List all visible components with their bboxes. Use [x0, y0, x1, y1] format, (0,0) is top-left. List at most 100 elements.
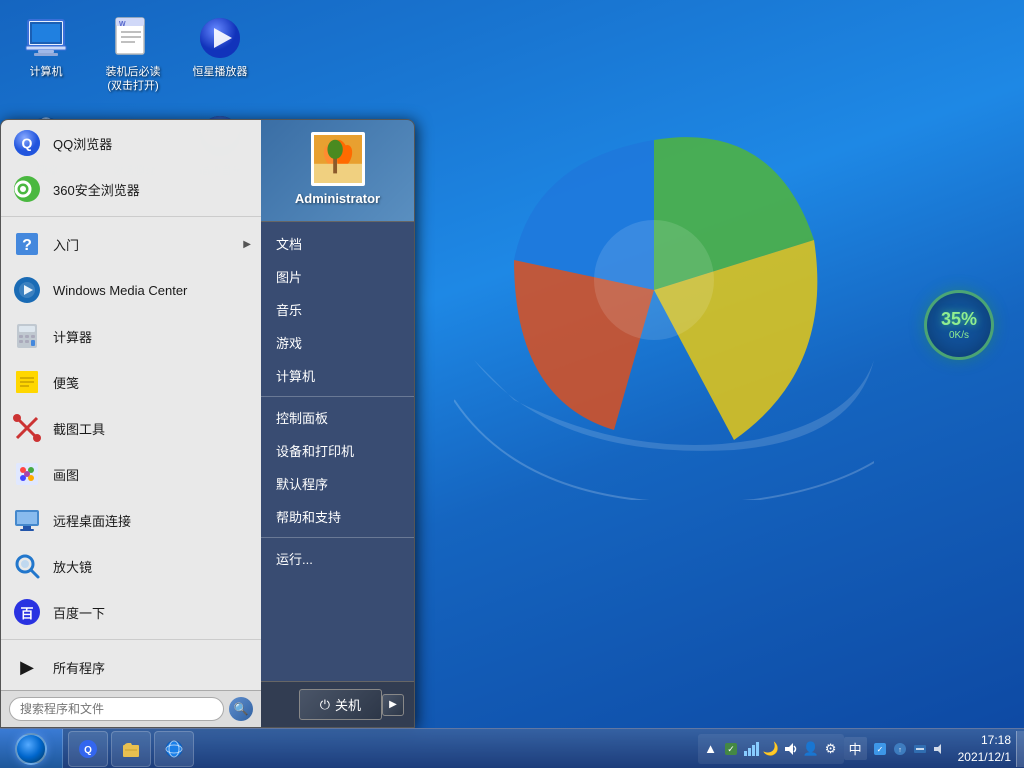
right-item-devices-printers[interactable]: 设备和打印机 [261, 434, 414, 467]
language-indicator[interactable]: 中 [844, 737, 867, 760]
start-menu: Q QQ浏览器 360安全浏览器 [0, 119, 415, 728]
right-item-control-panel[interactable]: 控制面板 [261, 401, 414, 434]
360-browser-icon [11, 173, 43, 205]
shutdown-button[interactable]: ⏻ 关机 [299, 689, 382, 720]
taskbar-item-explorer[interactable] [111, 731, 151, 767]
computer-icon [22, 14, 70, 62]
svg-text:百: 百 [20, 606, 33, 621]
tray-gear-icon[interactable]: ⚙ [822, 740, 840, 758]
qq-browser-label: QQ浏览器 [53, 134, 251, 153]
start-menu-item-qq-browser[interactable]: Q QQ浏览器 [1, 120, 261, 166]
start-menu-item-baidu[interactable]: 百 百度一下 [1, 589, 261, 635]
desktop-icon-post-install[interactable]: W 装机后必读(双击打开) [97, 10, 169, 98]
all-programs-icon: ▶ [11, 651, 43, 683]
start-menu-right: Administrator 文档 图片 音乐 游戏 计算机 控制面板 设备和打印… [261, 120, 414, 727]
start-menu-item-sticky-notes[interactable]: 便笺 [1, 359, 261, 405]
start-menu-item-snipping[interactable]: 截图工具 [1, 405, 261, 451]
user-avatar[interactable] [311, 132, 365, 186]
search-input[interactable] [9, 697, 224, 721]
desktop-icon-row-1: 计算机 W 装机后必读(双击打开) [10, 10, 256, 98]
tray-user-icon[interactable]: 👤 [802, 740, 820, 758]
svg-text:?: ? [22, 237, 32, 254]
start-menu-item-calculator[interactable]: 计算器 [1, 313, 261, 359]
magnifier-icon [11, 550, 43, 582]
right-item-music[interactable]: 音乐 [261, 293, 414, 326]
tray-notify-area: ▲ ✓ 🌙 [698, 734, 844, 764]
post-install-icon: W [109, 14, 157, 62]
right-item-computer[interactable]: 计算机 [261, 359, 414, 392]
start-menu-item-magnifier[interactable]: 放大镜 [1, 543, 261, 589]
svg-text:✓: ✓ [727, 744, 735, 754]
right-item-pictures[interactable]: 图片 [261, 260, 414, 293]
right-item-run[interactable]: 运行... [261, 542, 414, 575]
paint-icon [11, 458, 43, 490]
start-menu-item-360-browser[interactable]: 360安全浏览器 [1, 166, 261, 212]
desktop-icon-hengxing[interactable]: 恒星播放器 [184, 10, 256, 98]
baidu-icon: 百 [11, 596, 43, 628]
right-item-default-programs[interactable]: 默认程序 [261, 467, 414, 500]
wmc-icon [11, 274, 43, 306]
shutdown-arrow[interactable]: ▶ [382, 694, 404, 716]
tray-extra-icon-3[interactable] [911, 740, 929, 758]
speed-unit: 0K/s [949, 330, 969, 341]
shutdown-row: ⏻ 关机 ▶ [261, 681, 414, 727]
tray-shield-icon[interactable]: ✓ [722, 740, 740, 758]
magnifier-label: 放大镜 [53, 557, 251, 576]
remote-desktop-icon [11, 504, 43, 536]
search-button[interactable]: 🔍 [229, 697, 253, 721]
sticky-notes-label: 便笺 [53, 373, 251, 392]
desktop-icon-computer[interactable]: 计算机 [10, 10, 82, 98]
taskbar-qq-icon: Q [77, 738, 99, 760]
start-button[interactable] [0, 729, 63, 768]
taskbar-ie-icon [163, 738, 185, 760]
shutdown-label: 关机 [335, 695, 361, 714]
taskbar-item-ie[interactable] [154, 731, 194, 767]
tray-extra-icon-1[interactable]: ✓ [871, 740, 889, 758]
tray-volume-icon[interactable] [782, 740, 800, 758]
right-item-documents[interactable]: 文档 [261, 227, 414, 260]
speed-widget: 35% 0K/s [924, 290, 994, 360]
start-menu-item-wmc[interactable]: Windows Media Center [1, 267, 261, 313]
user-profile: Administrator [261, 120, 414, 222]
tray-expand-icon[interactable]: ▲ [702, 740, 720, 758]
start-menu-item-remote-desktop[interactable]: 远程桌面连接 [1, 497, 261, 543]
tray-extra-icon-2[interactable]: ↑ [891, 740, 909, 758]
qq-browser-icon: Q [11, 127, 43, 159]
right-items-list: 文档 图片 音乐 游戏 计算机 控制面板 设备和打印机 默认程序 帮助和支持 运… [261, 222, 414, 681]
show-desktop-button[interactable] [1016, 731, 1024, 767]
right-divider-2 [261, 537, 414, 538]
wmc-label: Windows Media Center [53, 283, 251, 298]
all-programs-label: 所有程序 [53, 658, 251, 677]
right-item-games[interactable]: 游戏 [261, 326, 414, 359]
sticky-notes-icon [11, 366, 43, 398]
remote-desktop-label: 远程桌面连接 [53, 511, 251, 530]
baidu-label: 百度一下 [53, 603, 251, 622]
start-orb [15, 733, 47, 765]
svg-text:W: W [119, 21, 126, 28]
system-clock: 17:18 2021/12/1 [953, 732, 1016, 766]
start-menu-item-paint[interactable]: 画图 [1, 451, 261, 497]
computer-icon-label: 计算机 [30, 65, 63, 79]
paint-label: 画图 [53, 465, 251, 484]
tray-right: ▲ ✓ 🌙 [698, 729, 1024, 768]
start-menu-item-intro[interactable]: ? 入门 ▶ [1, 221, 261, 267]
user-avatar-image [314, 135, 362, 183]
svg-text:✓: ✓ [876, 745, 883, 754]
taskbar-item-qq-browser[interactable]: Q [68, 731, 108, 767]
shutdown-icon: ⏻ [320, 697, 330, 713]
search-bar: 🔍 [1, 690, 261, 727]
start-menu-left: Q QQ浏览器 360安全浏览器 [1, 120, 261, 727]
snipping-icon [11, 412, 43, 444]
tray-network-icon[interactable] [742, 740, 760, 758]
hengxing-icon [196, 14, 244, 62]
clock-time: 17:18 [958, 732, 1011, 749]
svg-text:Q: Q [84, 745, 92, 756]
right-item-help-support[interactable]: 帮助和支持 [261, 500, 414, 533]
calculator-icon [11, 320, 43, 352]
tray-volume-2-icon[interactable] [931, 740, 949, 758]
right-divider-1 [261, 396, 414, 397]
start-menu-item-all-programs[interactable]: ▶ 所有程序 [1, 644, 261, 690]
windows-logo [454, 80, 874, 500]
tray-moon-icon[interactable]: 🌙 [762, 740, 780, 758]
start-menu-divider-2 [1, 639, 261, 640]
